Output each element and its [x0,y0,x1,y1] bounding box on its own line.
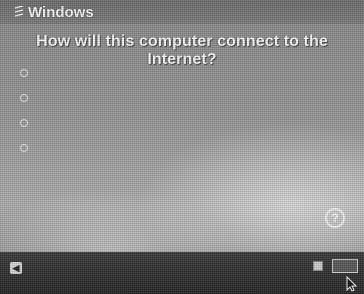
title-strip: Windows [0,0,364,24]
option-1[interactable] [20,66,350,77]
option-3[interactable] [20,116,350,127]
setup-screen: Windows How will this computer connect t… [0,0,364,294]
radio-button[interactable] [20,119,28,127]
option-2[interactable] [20,91,350,102]
help-icon[interactable]: ? [325,208,345,228]
back-arrow-icon: ◀ [10,262,22,274]
radio-button[interactable] [20,69,28,77]
windows-flag-icon [14,5,24,17]
windows-logo-text: Windows [28,4,94,21]
option-4[interactable] [20,141,350,152]
footer-bar: ◀ [0,252,364,294]
mouse-pointer-icon [346,276,358,292]
page-title: How will this computer connect to the In… [36,33,328,68]
radio-button[interactable] [20,144,28,152]
skip-button[interactable] [313,261,323,271]
back-button[interactable]: ◀ [10,262,25,274]
radio-button[interactable] [20,94,28,102]
windows-logo: Windows [14,4,94,21]
next-button[interactable] [332,259,358,273]
connection-options [20,66,350,166]
